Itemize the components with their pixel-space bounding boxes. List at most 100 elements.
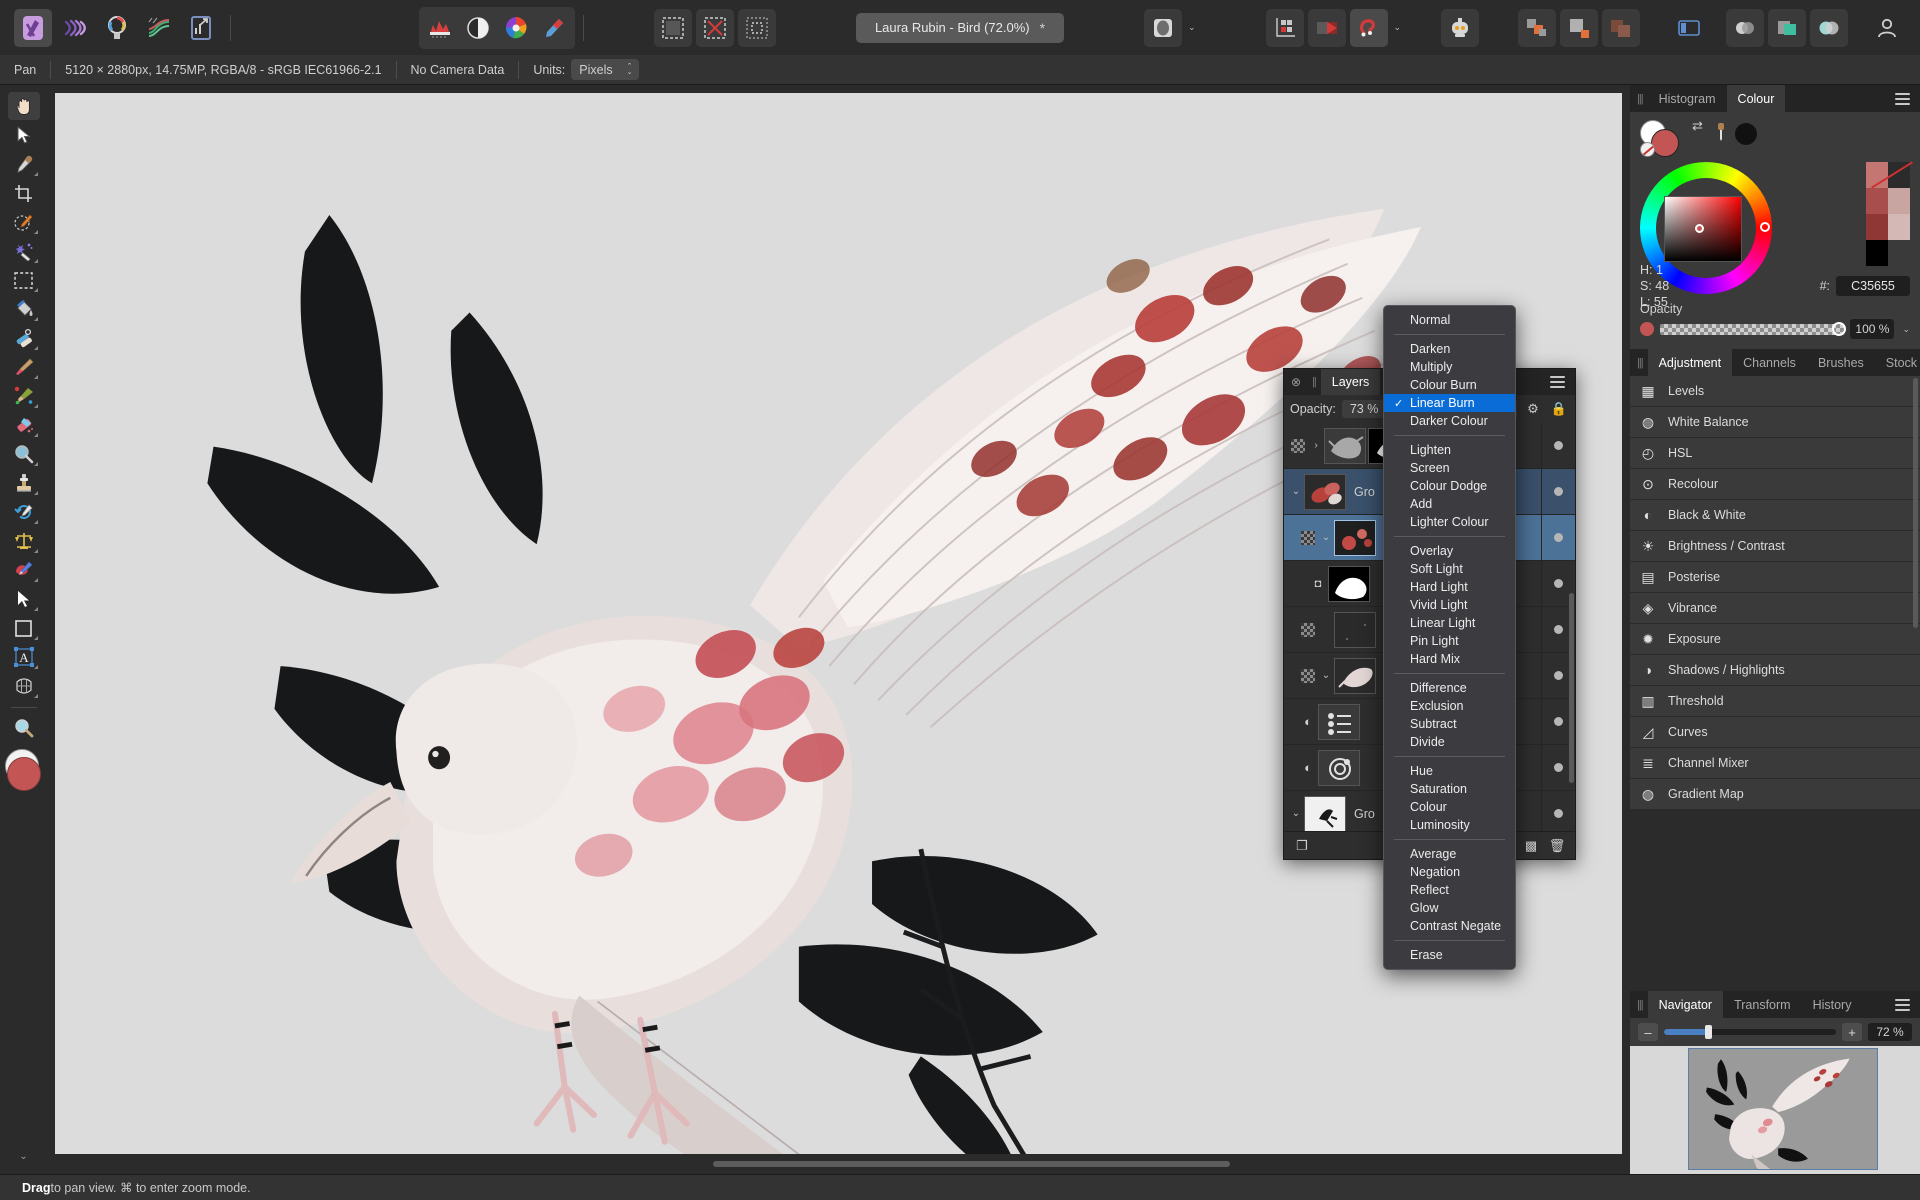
blend-option-darker-colour[interactable]: Darker Colour <box>1384 412 1515 430</box>
layer-visibility-toggle[interactable] <box>1541 423 1575 468</box>
blend-mode-dropdown[interactable]: Normal Darken Multiply Colour Burn Linea… <box>1383 305 1516 970</box>
flood-select-tool[interactable] <box>8 237 40 265</box>
layers-scrollbar[interactable] <box>1569 593 1574 783</box>
blend-option-contrast-negate[interactable]: Contrast Negate <box>1384 917 1515 935</box>
colour-panel-menu-button[interactable] <box>1885 85 1920 112</box>
hue-ring-handle[interactable] <box>1760 222 1770 232</box>
tab-layers[interactable]: Layers <box>1320 369 1381 395</box>
blend-option-erase[interactable]: Erase <box>1384 946 1515 964</box>
adjustment-item-exposure[interactable]: ✹ Exposure <box>1630 624 1920 654</box>
tab-channels[interactable]: Channels <box>1732 349 1807 376</box>
zoom-slider[interactable] <box>1664 1025 1836 1039</box>
layers-panel-menu-button[interactable] <box>1540 369 1575 395</box>
smudge-brush-tool[interactable] <box>8 556 40 584</box>
units-select[interactable]: Pixels ⌃ ⌄ <box>571 59 639 80</box>
layer-thumbnail[interactable] <box>1318 749 1360 786</box>
black-swatch[interactable] <box>1734 123 1757 145</box>
navigator-panel-menu-button[interactable] <box>1885 991 1920 1018</box>
adjustment-item-white-balance[interactable]: ◍ White Balance <box>1630 407 1920 437</box>
liquify-icon[interactable] <box>535 9 573 47</box>
blend-option-normal[interactable]: Normal <box>1384 311 1515 329</box>
blend-option-colour-dodge[interactable]: Colour Dodge <box>1384 477 1515 495</box>
mask-link-icon[interactable]: ◘ <box>1308 578 1328 590</box>
split-view-icon[interactable] <box>1307 8 1346 47</box>
navigator-preview[interactable] <box>1630 1046 1920 1174</box>
blend-option-average[interactable]: Average <box>1384 845 1515 863</box>
adjustment-item-gradient-map[interactable]: ◍ Gradient Map <box>1630 779 1920 809</box>
delete-icon[interactable]: 🗑 <box>1545 835 1569 857</box>
opacity-slider[interactable] <box>1660 321 1847 336</box>
panel-grip-icon[interactable]: ||| <box>1630 85 1648 112</box>
tab-colour[interactable]: Colour <box>1726 85 1786 112</box>
blend-option-reflect[interactable]: Reflect <box>1384 881 1515 899</box>
adjustment-panel-grip-icon[interactable]: ||| <box>1630 349 1648 376</box>
blend-option-pin-light[interactable]: Pin Light <box>1384 632 1515 650</box>
blend-option-hard-mix[interactable]: Hard Mix <box>1384 650 1515 668</box>
layer-thumbnail[interactable] <box>1324 427 1366 464</box>
no-colour-swatch[interactable] <box>1640 142 1655 157</box>
blend-option-hard-light[interactable]: Hard Light <box>1384 578 1515 596</box>
palette-swatch-7[interactable] <box>1888 240 1910 266</box>
tab-histogram[interactable]: Histogram <box>1648 85 1727 112</box>
tab-navigator[interactable]: Navigator <box>1647 991 1724 1018</box>
stepper-icon[interactable]: ⌃ ⌄ <box>627 63 633 76</box>
preview-icon[interactable] <box>1144 8 1182 47</box>
layers-panel-grip-icon[interactable]: || <box>1305 369 1321 395</box>
colour-wheel-icon[interactable] <box>497 9 535 47</box>
account-icon[interactable] <box>1868 9 1906 47</box>
adjustment-item-recolour[interactable]: ⊙ Recolour <box>1630 469 1920 499</box>
dodge-burn-tool[interactable] <box>8 440 40 468</box>
adjustment-item-curves[interactable]: ◿ Curves <box>1630 717 1920 747</box>
opacity-slider-handle[interactable] <box>1832 321 1847 336</box>
levels-icon[interactable] <box>421 9 459 47</box>
swap-colours-icon[interactable]: ⇄ <box>1692 118 1703 134</box>
layer-visibility-toggle[interactable] <box>1541 515 1575 560</box>
layer-visibility-toggle[interactable] <box>1541 469 1575 514</box>
selection-brush-tool[interactable] <box>8 208 40 236</box>
hex-input[interactable]: C35655 <box>1836 276 1910 296</box>
blend-option-difference[interactable]: Difference <box>1384 679 1515 697</box>
blend-option-linear-burn[interactable]: Linear Burn <box>1384 394 1515 412</box>
erase-brush-tool[interactable] <box>8 411 40 439</box>
blend-option-divide[interactable]: Divide <box>1384 733 1515 751</box>
opacity-value[interactable]: 100 % <box>1850 319 1895 339</box>
move-tool[interactable] <box>8 121 40 149</box>
foreground-colour-swatch[interactable] <box>6 757 41 791</box>
foreground-swatch[interactable] <box>1651 129 1679 157</box>
undo-brush-tool[interactable] <box>8 498 40 526</box>
zoom-out-button[interactable]: – <box>1638 1023 1658 1041</box>
develop-persona-icon[interactable] <box>98 9 136 47</box>
view-pan-tool[interactable] <box>7 92 40 120</box>
zoom-in-button[interactable]: + <box>1842 1023 1862 1041</box>
layer-visibility-toggle[interactable] <box>1541 791 1575 831</box>
tab-adjustment[interactable]: Adjustment <box>1647 349 1733 376</box>
perspective-tool[interactable] <box>8 527 40 555</box>
adjustment-item-threshold[interactable]: ▥ Threshold <box>1630 686 1920 716</box>
panel-left-icon[interactable] <box>1670 9 1708 47</box>
assistant-robot-icon[interactable] <box>1441 8 1480 47</box>
blend-option-subtract[interactable]: Subtract <box>1384 715 1515 733</box>
blend-option-overlay[interactable]: Overlay <box>1384 542 1515 560</box>
lighting-icon[interactable] <box>459 9 497 47</box>
swatch-square-icon[interactable] <box>1768 8 1806 47</box>
blend-option-soft-light[interactable]: Soft Light <box>1384 560 1515 578</box>
blend-option-exclusion[interactable]: Exclusion <box>1384 697 1515 715</box>
adjustment-item-channel-mixer[interactable]: ≣ Channel Mixer <box>1630 748 1920 778</box>
palette-swatch-4[interactable] <box>1866 214 1888 240</box>
rectangle-tool[interactable] <box>8 614 40 642</box>
blend-option-screen[interactable]: Screen <box>1384 459 1515 477</box>
blend-option-colour-burn[interactable]: Colour Burn <box>1384 376 1515 394</box>
blend-option-add[interactable]: Add <box>1384 495 1515 513</box>
swatch-overlap-icon[interactable] <box>1810 8 1848 47</box>
navigator-panel-grip-icon[interactable]: ||| <box>1630 991 1648 1018</box>
blend-option-hue[interactable]: Hue <box>1384 762 1515 780</box>
zoom-slider-handle[interactable] <box>1705 1025 1713 1039</box>
adjustment-item-levels[interactable]: ▦ Levels <box>1630 376 1920 406</box>
layer-thumbnail[interactable] <box>1334 611 1376 648</box>
adjustment-item-posterise[interactable]: ▤ Posterise <box>1630 562 1920 592</box>
layer-thumbnail[interactable] <box>1318 703 1360 740</box>
arrange-icon[interactable] <box>1518 8 1556 47</box>
tone-mapping-persona-icon[interactable] <box>140 9 178 47</box>
liquify-persona-icon[interactable] <box>56 9 94 47</box>
adjustment-item-shadows-highlights[interactable]: ◑ Shadows / Highlights <box>1630 655 1920 685</box>
